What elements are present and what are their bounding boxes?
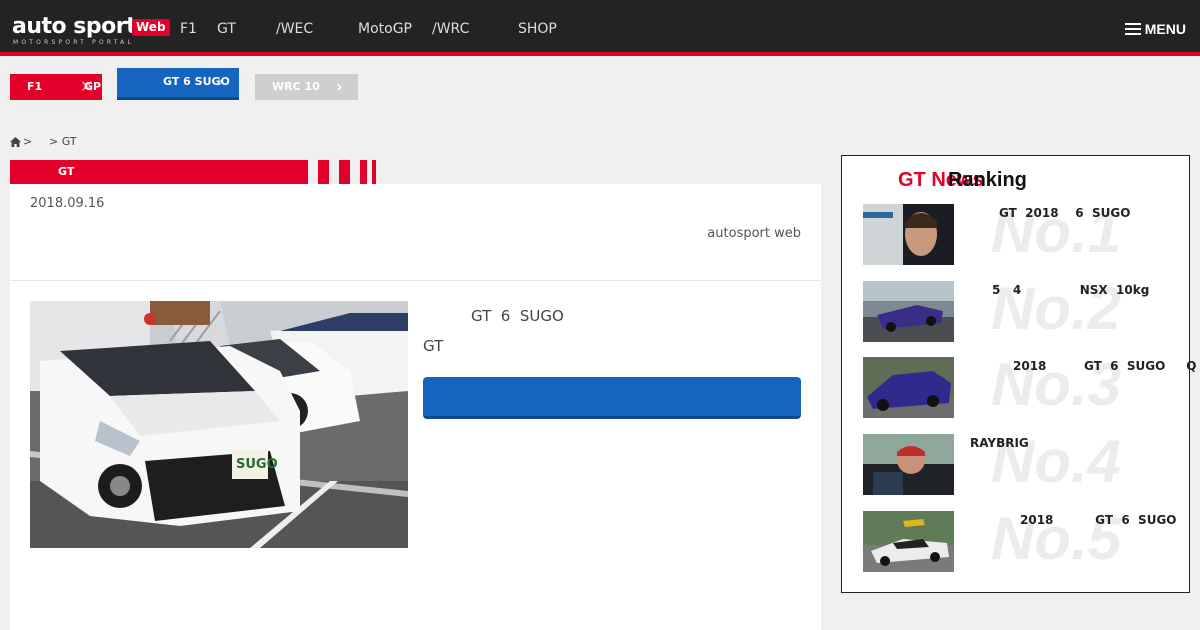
article-photo[interactable]: SUGO (30, 301, 408, 548)
ranking-item[interactable]: No.5 2018 GT 6 SUGO (863, 506, 1183, 573)
pickup-f1[interactable]: F1 ✕ GP (10, 74, 102, 100)
category-stripe (339, 160, 350, 184)
menu-button[interactable]: MENU (1124, 20, 1186, 38)
pickup-label-2: GP (84, 80, 102, 93)
chevron-right-icon: › (336, 77, 343, 96)
ranking-headline: RAYBRIG (970, 436, 1029, 450)
site-logo[interactable]: auto sport Web MOTORSPORT PORTAL (12, 14, 170, 48)
nav-wrc[interactable]: /WRC (432, 20, 469, 38)
article-panel: 2018.09.16 autosport web SUGO GT 6 SUGO … (10, 184, 821, 630)
ranking-thumbnail (863, 357, 954, 418)
breadcrumb-separator: > (23, 135, 33, 148)
logo-tagline: MOTORSPORT PORTAL (13, 39, 135, 46)
home-icon[interactable] (10, 137, 21, 147)
nav-shop[interactable]: SHOP (518, 20, 557, 38)
ranking-headline: 2018 GT 6 SUGO Q (1013, 359, 1197, 373)
chevron-right-icon: › (217, 72, 224, 91)
ranking-title: Ranking (948, 169, 1027, 191)
ranking-headline: 5 4 NSX 10kg (992, 283, 1150, 297)
ranking-headline: GT 2018 6 SUGO (999, 206, 1131, 220)
ranking-thumbnail (863, 281, 954, 342)
article-date: 2018.09.16 (30, 196, 105, 211)
menu-label: MENU (1144, 21, 1186, 37)
category-stripe (372, 160, 376, 184)
read-more-button[interactable] (423, 377, 801, 419)
article-headline: GT 6 SUGO (471, 307, 564, 325)
category-stripe (360, 160, 367, 184)
pickup-label: F1 (27, 80, 43, 93)
category-label: GT (58, 165, 75, 178)
nav-gt[interactable]: GT (217, 20, 236, 38)
ranking-item[interactable]: No.4 RAYBRIG (863, 429, 1183, 496)
pickup-label: WRC 10 (272, 80, 320, 93)
ranking-item[interactable]: No.2 5 4 NSX 10kg (863, 276, 1183, 343)
ranking-headline: 2018 GT 6 SUGO (1020, 513, 1177, 527)
nav-motogp[interactable]: MotoGP (358, 20, 412, 38)
ranking-item[interactable]: No.1 GT 2018 6 SUGO (863, 199, 1183, 266)
pickup-gt-sugo[interactable]: GT 6 SUGO › (117, 68, 239, 100)
ranking-thumbnail (863, 511, 954, 572)
hamburger-icon (1124, 23, 1141, 35)
ranking-panel: GT News Ranking No.1 GT 2018 6 SUGO No.2… (841, 155, 1196, 593)
ranking-item[interactable]: No.3 2018 GT 6 SUGO Q (863, 352, 1196, 419)
article-author: autosport web (707, 226, 801, 241)
svg-text:SUGO: SUGO (236, 457, 278, 472)
nav-f1[interactable]: F1 (180, 20, 197, 38)
category-stripe (318, 160, 329, 184)
breadcrumb-trail[interactable]: > GT (49, 135, 77, 149)
logo-web-badge: Web (132, 19, 170, 36)
category-header: GT (10, 160, 308, 184)
site-header: auto sport Web MOTORSPORT PORTAL F1 GT /… (0, 0, 1200, 56)
nav-wec[interactable]: /WEC (276, 20, 313, 38)
ranking-thumbnail (863, 434, 954, 495)
divider (10, 280, 821, 281)
article-subcategory: GT (423, 337, 444, 355)
pickup-wrc[interactable]: WRC 10 › (255, 74, 358, 100)
logo-wordmark: auto sport (12, 14, 137, 39)
ranking-thumbnail (863, 204, 954, 265)
